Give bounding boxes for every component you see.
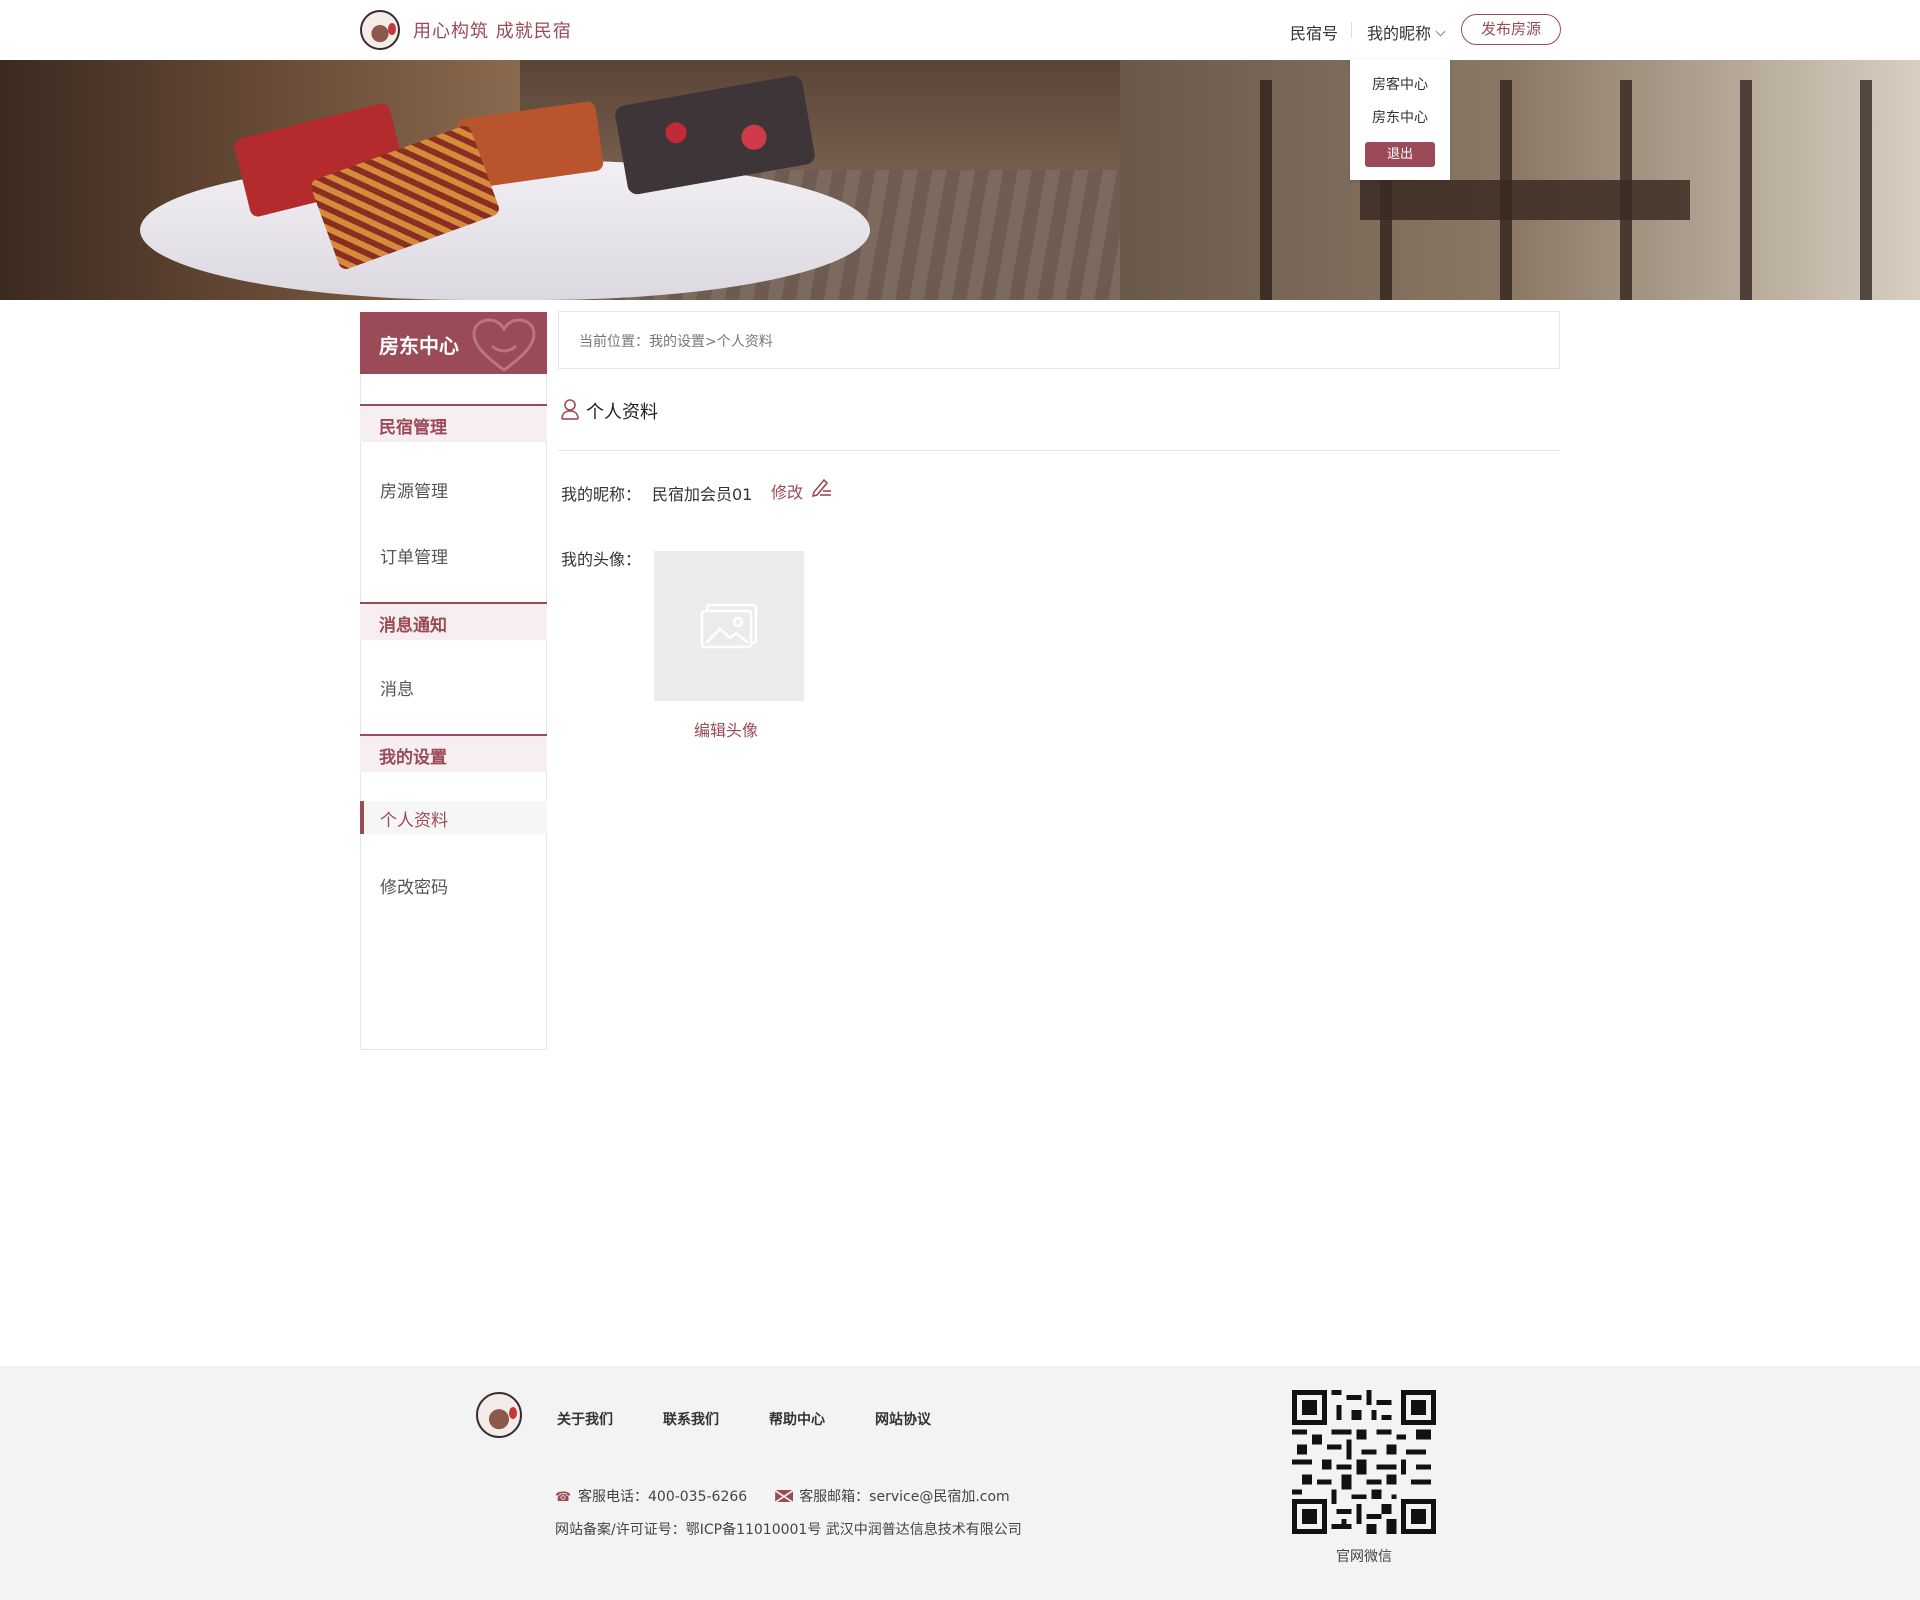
footer-contact-line: ☎ 客服电话：400-035-6266 客服邮箱：service@民宿加.com [555, 1486, 1010, 1506]
logout-button[interactable]: 退出 [1365, 142, 1435, 167]
qr-caption: 官网微信 [1336, 1549, 1392, 1565]
user-dropdown-menu: 房客中心 房东中心 退出 [1350, 59, 1450, 180]
sidebar-item-profile[interactable]: 个人资料 [360, 801, 547, 834]
footer-phone: 客服电话：400-035-6266 [578, 1489, 748, 1505]
divider [558, 450, 1560, 451]
phone-icon: ☎ [555, 1490, 572, 1505]
mail-icon [775, 1490, 794, 1502]
sidebar-item-listings[interactable]: 房源管理 [380, 477, 448, 502]
site-slogan: 用心构筑 成就民宿 [413, 21, 572, 42]
footer-logo [476, 1392, 522, 1438]
dropdown-guest-center[interactable]: 房客中心 [1350, 74, 1450, 94]
footer-email: 客服邮箱：service@民宿加.com [799, 1489, 1010, 1505]
site-footer: 关于我们 联系我们 帮助中心 网站协议 ☎ 客服电话：400-035-6266 客服… [0, 1366, 1920, 1600]
sidebar-group-label: 我的设置 [379, 748, 447, 768]
publish-listing-button[interactable]: 发布房源 [1461, 14, 1561, 45]
footer-link-help[interactable]: 帮助中心 [769, 1409, 825, 1429]
sidebar-item-messages[interactable]: 消息 [380, 675, 414, 700]
page-title-label: 个人资料 [586, 402, 658, 423]
sidebar-header: 房东中心 [360, 312, 547, 374]
site-logo[interactable] [360, 10, 400, 50]
chevron-down-icon [1435, 26, 1446, 37]
dropdown-host-center[interactable]: 房东中心 [1350, 107, 1450, 127]
banner-photo-table [1360, 180, 1690, 220]
nav-divider [1351, 22, 1352, 38]
sidebar-group-label: 消息通知 [379, 616, 447, 636]
sidebar-item-orders[interactable]: 订单管理 [380, 543, 448, 568]
sidebar-item-change-password[interactable]: 修改密码 [380, 873, 448, 898]
hero-banner [0, 60, 1920, 300]
nav-minsu-link[interactable]: 民宿号 [1290, 20, 1338, 44]
footer-link-terms[interactable]: 网站协议 [875, 1409, 931, 1429]
sidebar-title: 房东中心 [379, 334, 459, 358]
sidebar-item-label: 个人资料 [380, 811, 448, 831]
sidebar-group-messages: 消息通知 [360, 602, 547, 640]
qr-code [1292, 1390, 1436, 1534]
nav-nickname-label: 我的昵称 [1367, 24, 1432, 43]
footer-icp: 网站备案/许可证号：鄂ICP备11010001号 武汉中润普达信息技术有限公司 [555, 1522, 1022, 1538]
footer-link-contact[interactable]: 联系我们 [663, 1409, 719, 1429]
edit-nickname-link[interactable]: 修改 [771, 479, 803, 503]
nickname-value: 民宿加会员01 [652, 485, 753, 504]
footer-link-about[interactable]: 关于我们 [557, 1409, 613, 1429]
sidebar-group-settings: 我的设置 [360, 734, 547, 772]
avatar-placeholder[interactable] [654, 551, 804, 701]
sidebar-group-label: 民宿管理 [379, 418, 447, 438]
site-header: 用心构筑 成就民宿 民宿号 我的昵称 发布房源 [0, 0, 1920, 60]
heart-icon [472, 318, 536, 372]
edit-avatar-link[interactable]: 编辑头像 [694, 717, 758, 741]
nickname-label: 我的昵称： [561, 485, 642, 504]
sidebar: 房东中心 民宿管理 房源管理 订单管理 消息通知 消息 我的设置 个人资料 修改… [360, 312, 547, 1050]
sidebar-group-minsu: 民宿管理 [360, 404, 547, 442]
nav-nickname-menu[interactable]: 我的昵称 [1367, 20, 1446, 44]
avatar-label: 我的头像： [561, 550, 642, 569]
breadcrumb: 当前位置：我的设置>个人资料 [558, 311, 1560, 369]
image-icon [700, 603, 758, 649]
page-title: 个人资料 [560, 398, 658, 424]
pencil-icon[interactable] [810, 477, 832, 497]
